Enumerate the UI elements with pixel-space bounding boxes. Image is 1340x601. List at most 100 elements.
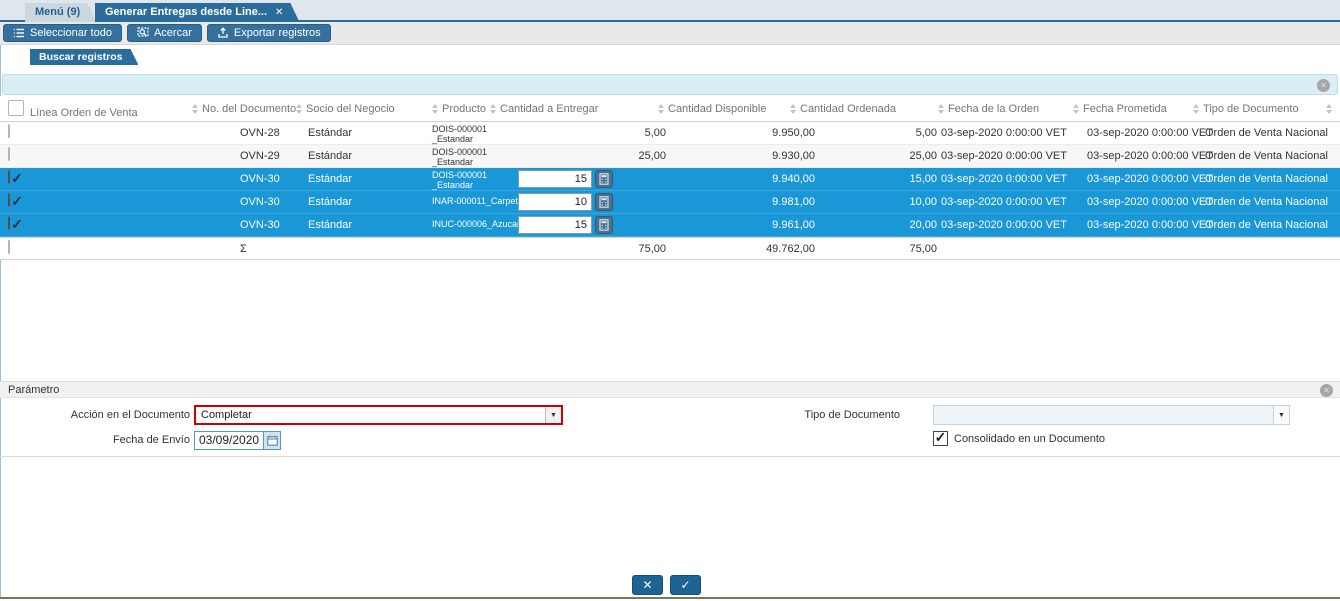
list-icon — [13, 27, 25, 39]
column-header-documento[interactable]: No. del Documento — [192, 96, 296, 122]
export-records-button[interactable]: Exportar registros — [207, 24, 331, 42]
filter-bar[interactable]: ✕ — [2, 74, 1338, 95]
chevron-down-icon[interactable]: ▼ — [1273, 406, 1289, 424]
fecha-prometida-cell: 03-sep-2020 0:00:00 VET — [1087, 122, 1202, 145]
accion-documento-label: Acción en el Documento — [0, 405, 190, 425]
sort-icon[interactable] — [432, 104, 438, 114]
tab-menu[interactable]: Menú (9) — [25, 3, 96, 22]
column-label: Socio del Negocio — [306, 103, 395, 115]
cantidad-disponible-cell: 9.950,00 — [665, 122, 815, 145]
cantidad-entregar-input[interactable] — [518, 216, 592, 234]
sort-icon[interactable] — [938, 104, 944, 114]
column-header-cantidad-disponible[interactable]: Cantidad Disponible — [658, 96, 766, 122]
cancel-button[interactable]: ✕ — [632, 575, 663, 595]
calculator-icon[interactable] — [595, 193, 613, 211]
confirm-button[interactable]: ✓ — [670, 575, 701, 595]
column-label: Producto — [442, 103, 486, 115]
column-label: Fecha de la Orden — [948, 103, 1039, 115]
column-header-trailing-sort[interactable] — [1326, 96, 1332, 122]
column-header-cantidad-ordenada[interactable]: Cantidad Ordenada — [790, 96, 896, 122]
select-all-label: Seleccionar todo — [30, 27, 112, 39]
sort-icon[interactable] — [658, 104, 664, 114]
tab-buscar-registros[interactable]: Buscar registros — [30, 49, 138, 65]
accion-documento-value: Completar — [196, 407, 545, 423]
export-label: Exportar registros — [234, 27, 321, 39]
header-checkbox[interactable] — [8, 100, 24, 116]
fecha-envio-field[interactable]: 03/09/2020 — [194, 431, 281, 450]
zoom-label: Acercar — [154, 27, 192, 39]
table-row-selected[interactable]: OVN-30 Estándar INAR-000011_Carpeta 9.98… — [0, 191, 1340, 214]
column-header-cantidad-entregar[interactable]: Cantidad a Entregar — [490, 96, 598, 122]
sort-icon[interactable] — [192, 104, 198, 114]
table-row[interactable]: OVN-29 Estándar DOIS-000001_Estandar 25,… — [0, 145, 1340, 168]
producto-cell: DOIS-000001_Estandar — [432, 168, 518, 191]
table-row[interactable]: OVN-28 Estándar DOIS-000001_Estandar 5,0… — [0, 122, 1340, 145]
row-checkbox[interactable] — [8, 124, 10, 138]
sort-icon[interactable] — [1193, 104, 1199, 114]
sort-icon[interactable] — [1073, 104, 1079, 114]
parameter-title: Parámetro — [8, 384, 59, 396]
tipo-documento-cell: Orden de Venta Nacional — [1205, 122, 1335, 145]
cantidad-ordenada-cell: 5,00 — [795, 122, 937, 145]
cantidad-entregar-input[interactable] — [518, 170, 592, 188]
column-label: Cantidad Ordenada — [800, 103, 896, 115]
cantidad-entregar-cell: 5,00 — [540, 122, 666, 145]
row-checkbox[interactable] — [8, 170, 10, 184]
socio-cell: Estándar — [308, 122, 418, 145]
tipo-documento-label: Tipo de Documento — [600, 405, 900, 425]
tipo-documento-cell: Orden de Venta Nacional — [1205, 214, 1335, 237]
tipo-documento-cell: Orden de Venta Nacional — [1205, 168, 1335, 191]
tab-generar-entregas[interactable]: Generar Entregas desde Line... ✕ — [95, 3, 299, 22]
table-row-selected[interactable]: OVN-30 Estándar INUC-000006_Azucar 9.961… — [0, 214, 1340, 237]
cantidad-disponible-cell: 9.961,00 — [665, 214, 815, 237]
cantidad-ordenada-cell: 10,00 — [795, 191, 937, 214]
socio-cell: Estándar — [308, 191, 418, 214]
total-cantidad-ordenada: 75,00 — [795, 238, 937, 261]
row-checkbox[interactable] — [8, 147, 10, 161]
close-icon: ✕ — [642, 578, 652, 592]
accion-documento-select[interactable]: Completar ▼ — [194, 405, 563, 425]
fecha-envio-value: 03/09/2020 — [195, 432, 263, 449]
clear-filter-icon[interactable]: ✕ — [1317, 79, 1330, 92]
column-header-fecha-orden[interactable]: Fecha de la Orden — [938, 96, 1039, 122]
check-icon: ✓ — [680, 578, 690, 592]
column-header-socio[interactable]: Socio del Negocio — [296, 96, 395, 122]
select-all-button[interactable]: Seleccionar todo — [3, 24, 122, 42]
row-checkbox[interactable] — [8, 216, 10, 230]
calculator-icon[interactable] — [595, 216, 613, 234]
window-tabbar: Menú (9) Generar Entregas desde Line... … — [0, 0, 1340, 22]
chevron-down-icon[interactable]: ▼ — [545, 407, 561, 423]
table-body: OVN-28 Estándar DOIS-000001_Estandar 5,0… — [0, 122, 1340, 260]
column-label: Tipo de Documento — [1203, 103, 1299, 115]
tipo-documento-cell: Orden de Venta Nacional — [1205, 191, 1335, 214]
sort-icon[interactable] — [1326, 104, 1332, 114]
row-checkbox[interactable] — [8, 193, 10, 207]
producto-cell: DOIS-000001_Estandar — [432, 145, 518, 168]
consolidado-checkbox[interactable] — [933, 431, 948, 446]
sort-icon[interactable] — [790, 104, 796, 114]
table-row-selected[interactable]: OVN-30 Estándar DOIS-000001_Estandar 9.9… — [0, 168, 1340, 191]
column-header-producto[interactable]: Producto — [432, 96, 486, 122]
application-window: Menú (9) Generar Entregas desde Line... … — [0, 0, 1340, 601]
zoom-button[interactable]: Acercar — [127, 24, 202, 42]
close-icon[interactable]: ✕ — [275, 3, 283, 22]
fecha-orden-cell: 03-sep-2020 0:00:00 VET — [941, 191, 1081, 214]
select-all-checkbox[interactable] — [8, 100, 24, 116]
sort-icon[interactable] — [296, 104, 302, 114]
column-header-linea: Línea Orden de Venta — [30, 96, 138, 122]
fecha-prometida-cell: 03-sep-2020 0:00:00 VET — [1087, 191, 1202, 214]
column-label: Línea Orden de Venta — [30, 107, 138, 119]
column-header-fecha-prometida[interactable]: Fecha Prometida — [1073, 96, 1167, 122]
row-checkbox[interactable] — [8, 240, 10, 254]
column-header-tipo-documento[interactable]: Tipo de Documento — [1193, 96, 1299, 122]
tipo-documento-select[interactable]: ▼ — [933, 405, 1290, 425]
producto-cell: INAR-000011_Carpeta — [432, 191, 518, 214]
calendar-icon[interactable] — [263, 432, 280, 449]
zoom-icon — [137, 27, 149, 39]
cantidad-entregar-input[interactable] — [518, 193, 592, 211]
cantidad-ordenada-cell: 25,00 — [795, 145, 937, 168]
calculator-icon[interactable] — [595, 170, 613, 188]
sort-icon[interactable] — [490, 104, 496, 114]
collapse-panel-icon[interactable]: ✕ — [1320, 384, 1333, 397]
toolbar: Seleccionar todo Acercar Exportar regist… — [0, 22, 1340, 45]
